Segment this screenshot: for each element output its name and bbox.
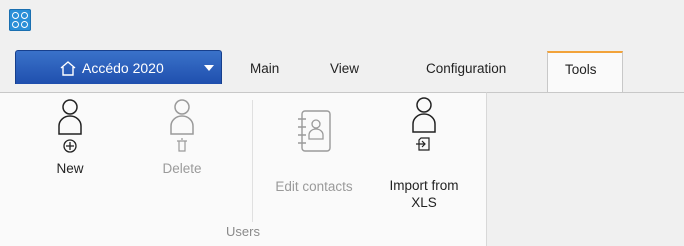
- user-import-icon: [412, 97, 436, 151]
- chevron-down-icon: [204, 65, 214, 71]
- new-button-label: New: [56, 161, 84, 176]
- group-divider: [252, 100, 253, 222]
- address-book-icon: [298, 110, 331, 152]
- delete-button-label: Delete: [162, 161, 202, 176]
- tab-main[interactable]: Main: [250, 61, 279, 76]
- import-label-line2: XLS: [411, 195, 437, 210]
- edit-contacts-button[interactable]: Edit contacts: [262, 98, 366, 208]
- file-tab-label: Accédo 2020: [82, 60, 164, 76]
- user-delete-icon: [170, 99, 194, 152]
- app-logo-icon[interactable]: [9, 9, 31, 31]
- import-label-line1: Import from: [389, 178, 459, 193]
- tab-configuration[interactable]: Configuration: [426, 61, 506, 76]
- edit-contacts-label: Edit contacts: [275, 179, 353, 194]
- tab-view[interactable]: View: [330, 61, 359, 76]
- new-user-button[interactable]: New: [44, 98, 96, 208]
- import-xls-button[interactable]: Import from XLS: [374, 97, 474, 218]
- group-label-users: Users: [226, 224, 260, 239]
- user-add-icon: [58, 99, 82, 153]
- ribbon-empty-area: [486, 92, 684, 246]
- home-icon: [60, 61, 76, 76]
- tab-tools-label: Tools: [565, 62, 597, 77]
- title-bar: [0, 0, 684, 40]
- tab-tools[interactable]: Tools: [547, 51, 623, 93]
- delete-user-button[interactable]: Delete: [150, 98, 214, 208]
- file-menu-tab[interactable]: Accédo 2020: [15, 50, 222, 84]
